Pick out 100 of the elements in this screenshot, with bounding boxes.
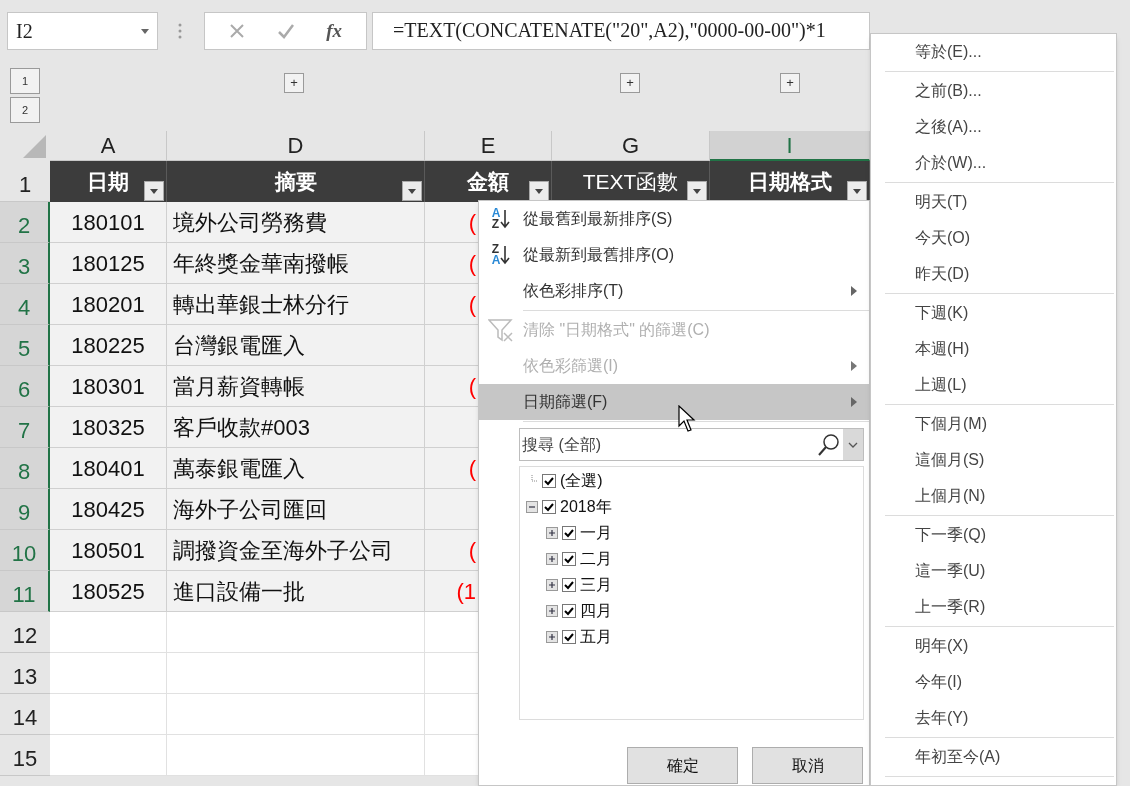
outline-level-button[interactable]: 1 (10, 68, 40, 94)
menu-item[interactable]: 上個月(N) (871, 478, 1116, 514)
name-box[interactable]: I2 (7, 12, 158, 50)
column-header[interactable]: G (552, 131, 710, 161)
dialog-button[interactable]: 取消 (752, 747, 863, 784)
expand-group-button[interactable]: + (620, 73, 640, 93)
table-cell: 境外公司勞務費 (167, 202, 425, 243)
checkbox[interactable] (542, 474, 556, 488)
menu-item[interactable]: 上一季(R) (871, 589, 1116, 625)
row-header[interactable]: 10 (0, 530, 50, 571)
menu-item[interactable]: 之前(B)... (871, 73, 1116, 109)
header-label: 金額 (467, 168, 509, 195)
expand-group-button[interactable]: + (284, 73, 304, 93)
column-header[interactable]: I (710, 131, 870, 161)
caret-icon (693, 188, 701, 194)
caret-icon (853, 188, 861, 194)
dialog-button[interactable]: 確定 (627, 747, 738, 784)
menu-item[interactable]: 明年(X) (871, 628, 1116, 664)
table-cell: 180325 (50, 407, 167, 448)
caret-icon (535, 188, 543, 194)
cancel-icon (228, 23, 245, 39)
tree-item-label[interactable]: 五月 (580, 625, 612, 649)
tree-item-label[interactable]: (全選) (560, 469, 603, 493)
table-cell: 180301 (50, 366, 167, 407)
menu-item[interactable]: 本週(H) (871, 331, 1116, 367)
row-header[interactable]: 7 (0, 407, 50, 448)
menu-item[interactable]: 今天(O) (871, 220, 1116, 256)
tree-item-label[interactable]: 三月 (580, 573, 612, 597)
row-header[interactable]: 9 (0, 489, 50, 530)
table-cell: 進口設備一批 (167, 571, 425, 612)
header-label: TEXT函數 (582, 168, 679, 195)
menu-item[interactable]: 上週(L) (871, 367, 1116, 403)
tree-item-label[interactable]: 一月 (580, 521, 612, 545)
menu-item[interactable]: 年初至今(A) (871, 739, 1116, 775)
menu-item[interactable]: 今年(I) (871, 664, 1116, 700)
checkbox[interactable] (562, 630, 576, 644)
table-cell: 180101 (50, 202, 167, 243)
checkbox[interactable] (562, 552, 576, 566)
caret-icon (408, 188, 416, 194)
menu-item[interactable]: 明天(T) (871, 184, 1116, 220)
tree-item-label[interactable]: 四月 (580, 599, 612, 623)
table-cell: 180125 (50, 243, 167, 284)
tree-item-label[interactable]: 二月 (580, 547, 612, 571)
row-header[interactable]: 3 (0, 243, 50, 284)
check-icon (276, 23, 295, 39)
column-header[interactable]: D (167, 131, 425, 161)
row-header[interactable]: 6 (0, 366, 50, 407)
menu-item[interactable]: 這一季(U) (871, 553, 1116, 589)
menu-item[interactable]: 介於(W)... (871, 145, 1116, 181)
menu-item[interactable]: 下一季(Q) (871, 517, 1116, 553)
menu-item[interactable]: 去年(Y) (871, 700, 1116, 736)
menu-item[interactable]: 下個月(M) (871, 406, 1116, 442)
checkbox[interactable] (562, 526, 576, 540)
select-all-icon (23, 135, 46, 158)
row-header[interactable]: 8 (0, 448, 50, 489)
search-box[interactable]: 搜尋 (全部) (519, 428, 864, 461)
row-header[interactable]: 4 (0, 284, 50, 325)
column-header[interactable]: A (50, 131, 167, 161)
table-cell: 客戶收款#003 (167, 407, 425, 448)
filter-dropdown-button[interactable] (144, 181, 164, 201)
table-cell: 當月薪資轉帳 (167, 366, 425, 407)
name-box-value: I2 (16, 19, 33, 44)
row-header[interactable]: 5 (0, 325, 50, 366)
checkbox[interactable] (542, 500, 556, 514)
checkbox[interactable] (562, 604, 576, 618)
clear-filter-icon (488, 318, 514, 342)
menu-item[interactable]: 這個月(S) (871, 442, 1116, 478)
search-icon (817, 432, 841, 457)
header-label: 摘要 (274, 168, 317, 195)
table-cell: 萬泰銀電匯入 (167, 448, 425, 489)
checkbox[interactable] (562, 578, 576, 592)
menu-item[interactable]: 下週(K) (871, 295, 1116, 331)
table-cell: 台灣銀電匯入 (167, 325, 425, 366)
caret-icon (150, 188, 158, 194)
menu-item[interactable]: 等於(E)... (871, 34, 1116, 70)
expand-group-button[interactable]: + (780, 73, 800, 93)
table-cell: 年終獎金華南撥帳 (167, 243, 425, 284)
row-header[interactable]: 11 (0, 571, 50, 612)
table-cell: 180525 (50, 571, 167, 612)
table-cell: 180501 (50, 530, 167, 571)
table-cell: 調撥資金至海外子公司 (167, 530, 425, 571)
table-cell: 180225 (50, 325, 167, 366)
header-label: 日期格式 (747, 168, 832, 195)
tree-item-label[interactable]: 2018年 (560, 495, 612, 519)
header-label: 日期 (87, 168, 129, 195)
filter-dropdown-button[interactable] (529, 181, 549, 201)
grip-icon (178, 23, 182, 39)
column-header[interactable]: E (425, 131, 552, 161)
filter-dropdown-button[interactable] (402, 181, 422, 201)
menu-item[interactable]: 昨天(D) (871, 256, 1116, 292)
outline-level-button[interactable]: 2 (10, 97, 40, 123)
filter-dropdown-button[interactable] (687, 181, 707, 201)
filter-dropdown-button[interactable] (847, 181, 867, 201)
row-header[interactable]: 2 (0, 202, 50, 243)
mouse-cursor-icon (678, 405, 698, 433)
menu-item[interactable]: 之後(A)... (871, 109, 1116, 145)
insert-function-button[interactable]: fx (326, 16, 343, 46)
menu-item[interactable]: 日期篩選(F) (479, 384, 869, 420)
chevron-down-icon (848, 441, 858, 448)
formula-field[interactable]: =TEXT(CONCATENATE("20",A2),"0000-00-00")*1 (372, 12, 870, 50)
